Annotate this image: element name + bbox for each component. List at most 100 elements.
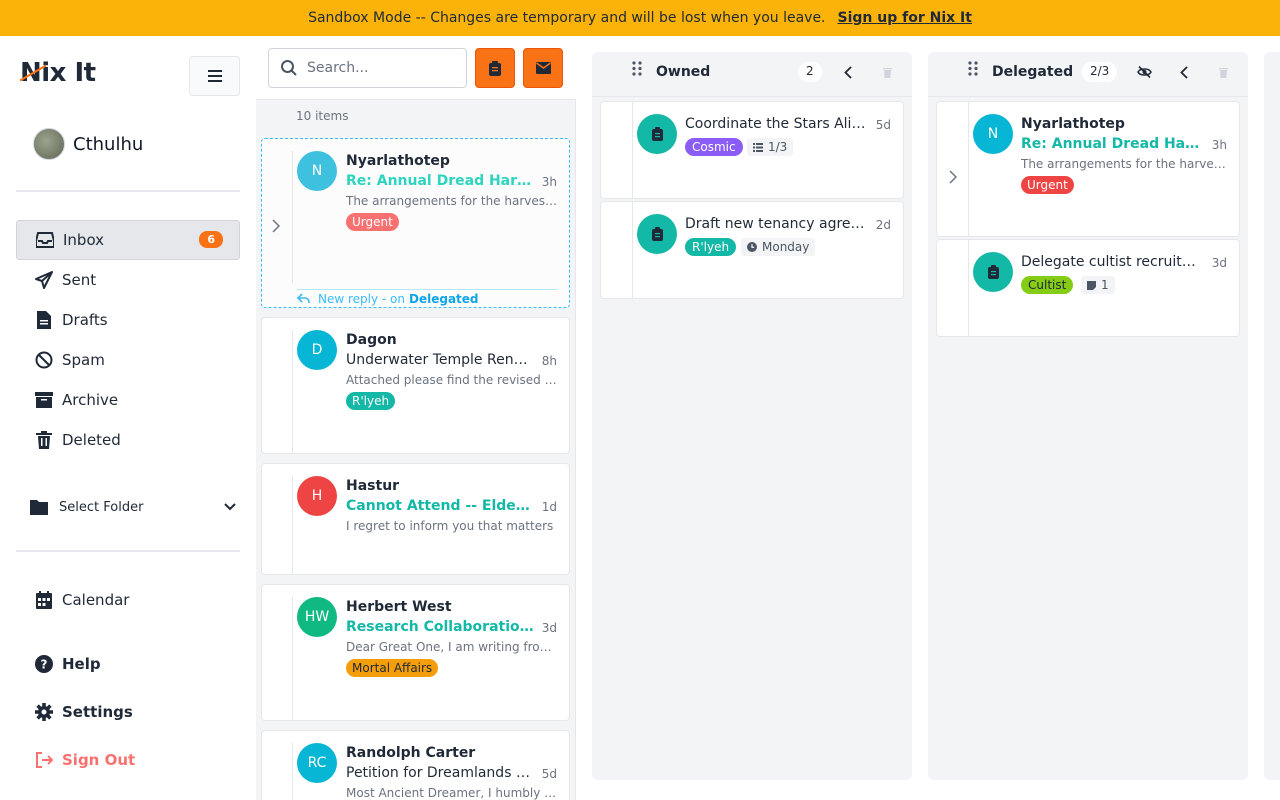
clipboard-icon xyxy=(987,265,999,279)
inbox-count-badge: 6 xyxy=(199,231,223,248)
search-box[interactable] xyxy=(268,48,467,88)
thread-line xyxy=(292,151,293,283)
task-card[interactable]: Coordinate the Stars Alignment 5d Cosmic… xyxy=(600,101,904,199)
column-title: Delegated xyxy=(992,64,1074,80)
sidebar: Nix It Cthulhu Inbox 6 Sent Drafts Spam … xyxy=(0,36,256,800)
chevron-left-icon[interactable] xyxy=(844,66,852,79)
secondary-nav: Calendar xyxy=(16,580,240,620)
mail-preview: The arrangements for the harvest are xyxy=(346,194,558,208)
tag-urgent: Urgent xyxy=(1021,176,1074,194)
sandbox-banner: Sandbox Mode -- Changes are temporary an… xyxy=(0,0,1280,36)
mail-item[interactable]: RC Randolph Carter Petition for Dreamlan… xyxy=(261,730,570,800)
column-next xyxy=(1264,52,1280,780)
banner-message: Sandbox Mode -- Changes are temporary an… xyxy=(308,10,826,26)
tag-urgent: Urgent xyxy=(346,213,399,231)
mail-subject: Petition for Dreamlands Access xyxy=(346,765,536,781)
sidebar-item-help[interactable]: ? Help xyxy=(16,644,240,684)
column-delegated: Delegated 2/3 N Nyarlathotep Re: Annual … xyxy=(928,52,1248,780)
chevron-right-icon[interactable] xyxy=(949,170,957,184)
note-count-text: 1 xyxy=(1101,278,1109,292)
thread-line xyxy=(292,743,293,800)
user-profile[interactable]: Cthulhu xyxy=(33,128,143,160)
sidebar-divider xyxy=(16,190,240,192)
sidebar-item-label: Archive xyxy=(62,391,119,409)
inbox-icon xyxy=(35,230,55,250)
avatar: HW xyxy=(297,597,337,637)
column-count: 2/3 xyxy=(1082,62,1118,82)
sidebar-item-label: Help xyxy=(62,655,101,673)
task-time: 3d xyxy=(1211,256,1227,270)
task-board: Owned 2 Coordinate the Stars Alignment 5… xyxy=(576,36,1280,800)
sidebar-item-drafts[interactable]: Drafts xyxy=(16,300,240,340)
mail-subject: Research Collaboration Proposal xyxy=(346,619,536,635)
task-card[interactable]: Delegate cultist recruitment 3d Cultist … xyxy=(936,239,1240,337)
archive-icon xyxy=(34,390,54,410)
mail-subject: Re: Annual Dread Harvest xyxy=(346,173,536,189)
thread-line xyxy=(632,102,633,198)
sidebar-item-inbox[interactable]: Inbox 6 xyxy=(16,220,240,260)
mail-sender: Nyarlathotep xyxy=(346,153,450,169)
calendar-icon xyxy=(34,590,54,610)
user-avatar xyxy=(33,128,65,160)
search-input[interactable] xyxy=(307,60,447,76)
chevron-left-icon[interactable] xyxy=(1180,66,1188,79)
chevron-right-icon[interactable] xyxy=(272,219,280,233)
app-logo[interactable]: Nix It xyxy=(19,58,96,88)
trash-icon[interactable] xyxy=(1219,67,1228,78)
search-icon xyxy=(281,60,297,76)
sidebar-item-label: Spam xyxy=(62,351,105,369)
mail-sender: Randolph Carter xyxy=(346,745,476,761)
trash-icon[interactable] xyxy=(883,67,892,78)
new-task-button[interactable] xyxy=(475,48,515,88)
mail-item[interactable]: HW Herbert West Research Collaboration P… xyxy=(261,584,570,721)
reply-notice[interactable]: New reply - on Delegated xyxy=(297,289,557,307)
thread-line xyxy=(968,102,969,236)
mail-preview: Dear Great One, I am writing from the xyxy=(346,640,558,654)
drag-handle-icon[interactable] xyxy=(968,61,978,76)
mail-time: 1d xyxy=(541,500,557,514)
task-title: Draft new tenancy agreement xyxy=(685,216,870,232)
mail-time: 8h xyxy=(541,354,557,368)
mail-list-toolbar xyxy=(256,36,576,100)
reply-icon xyxy=(297,293,310,303)
tag-cultist: Cultist xyxy=(1021,276,1074,294)
column-count: 2 xyxy=(798,62,822,82)
mail-sender: Dagon xyxy=(346,332,397,348)
sidebar-item-sign-out[interactable]: Sign Out xyxy=(16,740,240,780)
sidebar-item-deleted[interactable]: Deleted xyxy=(16,420,240,460)
menu-toggle-button[interactable] xyxy=(189,56,240,96)
folder-nav: Inbox 6 Sent Drafts Spam Archive Deleted xyxy=(16,220,240,460)
ban-icon xyxy=(34,350,54,370)
question-circle-icon: ? xyxy=(34,654,54,674)
mail-sender: Herbert West xyxy=(346,599,452,615)
mail-subject: Re: Annual Dread Harvest xyxy=(1021,136,1201,152)
sidebar-item-sent[interactable]: Sent xyxy=(16,260,240,300)
thread-line xyxy=(292,597,293,720)
task-card[interactable]: Draft new tenancy agreement 2d R'lyeh Mo… xyxy=(600,201,904,299)
column-divider xyxy=(592,96,912,97)
subtask-progress: 1/3 xyxy=(747,138,794,156)
task-avatar xyxy=(637,114,677,154)
mail-item[interactable]: H Hastur Cannot Attend -- Elder Gatherin… xyxy=(261,463,570,575)
task-time: 5d xyxy=(875,118,891,132)
thread-line xyxy=(292,476,293,574)
mail-item[interactable]: D Dagon Underwater Temple Renovations 8h… xyxy=(261,317,570,454)
mail-preview: Attached please find the revised plans xyxy=(346,373,558,387)
task-avatar xyxy=(637,214,677,254)
folder-icon xyxy=(30,499,48,515)
sidebar-item-archive[interactable]: Archive xyxy=(16,380,240,420)
eye-slash-icon[interactable] xyxy=(1137,66,1152,78)
compose-button[interactable] xyxy=(523,48,563,88)
sign-out-icon xyxy=(34,750,54,770)
paper-plane-icon xyxy=(34,270,54,290)
signup-link[interactable]: Sign up for Nix It xyxy=(838,10,972,26)
drag-handle-icon[interactable] xyxy=(632,61,642,76)
sidebar-item-calendar[interactable]: Calendar xyxy=(16,580,240,620)
sidebar-item-spam[interactable]: Spam xyxy=(16,340,240,380)
chevron-down-icon xyxy=(224,503,236,511)
folder-select-dropdown[interactable]: Select Folder xyxy=(30,496,236,518)
sidebar-item-settings[interactable]: Settings xyxy=(16,692,240,732)
sidebar-item-label: Calendar xyxy=(62,591,130,609)
mail-item[interactable]: N Nyarlathotep Re: Annual Dread Harvest … xyxy=(261,138,570,308)
delegated-mail-card[interactable]: N Nyarlathotep Re: Annual Dread Harvest … xyxy=(936,101,1240,237)
